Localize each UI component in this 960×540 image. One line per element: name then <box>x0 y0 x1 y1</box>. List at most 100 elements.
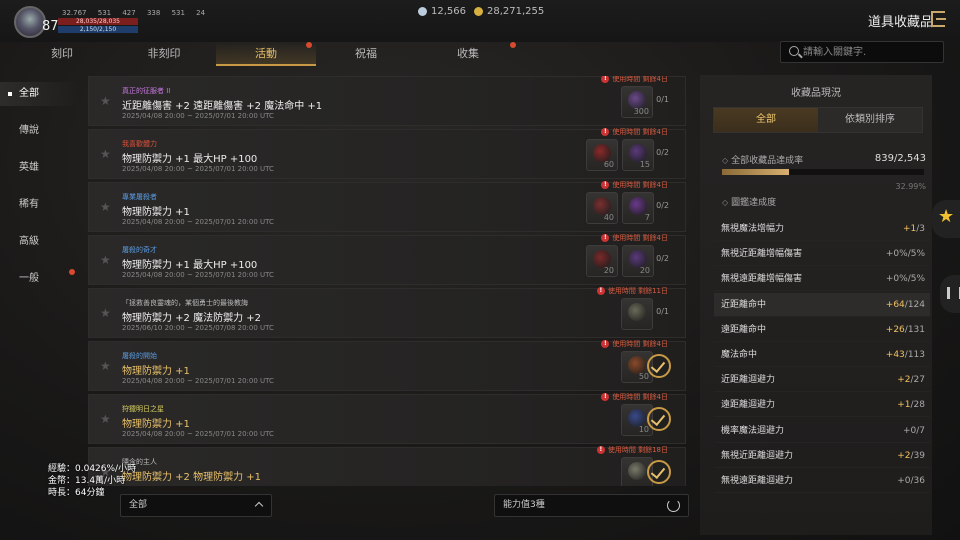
collection-row[interactable]: ★ 專業屠殺者 物理防禦力 +1 2025/04/08 20:00 ~ 2025/07… <box>88 181 686 232</box>
ability-filter[interactable]: 能力值3種 <box>494 494 689 517</box>
item-slot[interactable]: 60 <box>586 139 618 171</box>
alert-icon: ! <box>601 340 610 348</box>
collection-progress: 0/1 <box>656 307 669 316</box>
star-icon[interactable]: ★ <box>100 412 111 426</box>
status-segment-control: 全部 依類別排序 <box>713 107 923 133</box>
gold-rate: 金幣：13.4萬/小時 <box>48 476 126 486</box>
star-icon[interactable]: ★ <box>100 147 111 161</box>
item-count: 50 <box>638 372 649 381</box>
item-slot[interactable]: 7 <box>622 192 654 224</box>
item-slot[interactable] <box>621 298 653 330</box>
stat-row[interactable]: 無視近距離迴避力 +2/39 <box>714 444 930 468</box>
stat-row[interactable]: 近距離迴避力 +2/27 <box>714 368 930 393</box>
stat-max: /3 <box>916 224 925 234</box>
collection-row[interactable]: ★ 狩獵明日之星 物理防禦力 +1 2025/04/08 20:00 ~ 2025/0… <box>88 392 686 444</box>
sidebar-item-advanced[interactable]: 高級 <box>0 230 80 254</box>
completion-percent: 32.99% <box>895 182 926 191</box>
collection-row[interactable]: ★ 屠殺的奇才 物理防禦力 +1 最大HP +100 2025/04/08 20:00… <box>88 234 686 285</box>
stat-row[interactable]: 無視魔法增幅力 +1/3 <box>714 217 930 241</box>
collection-row[interactable]: ★ 隱含的主人 物理防禦力 +2 物理防禦力 +1! 使用時間 剩餘18日 <box>88 445 686 486</box>
stat-row[interactable]: 遠距離命中 +26/131 <box>714 318 930 342</box>
pause-button[interactable] <box>940 275 960 313</box>
segment-all[interactable]: 全部 <box>714 108 818 132</box>
exit-icon[interactable] <box>931 11 946 27</box>
collection-effect: 近距離傷害 +2 遠距離傷害 +2 魔法命中 +1 <box>122 101 323 112</box>
alert-icon: ! <box>596 287 605 295</box>
segment-by-category[interactable]: 依類別排序 <box>818 108 922 132</box>
item-slot[interactable]: 40 <box>586 192 618 224</box>
item-slot[interactable]: 20 <box>622 245 654 277</box>
item-slot[interactable]: 20 <box>586 245 618 277</box>
stat-row[interactable]: 近距離命中 +64/124 <box>714 292 930 317</box>
completed-check-icon <box>647 354 671 378</box>
star-icon[interactable]: ★ <box>100 253 111 267</box>
item-count: 20 <box>603 266 614 275</box>
collection-progress: 0/2 <box>656 254 669 263</box>
sidebar-item-rare[interactable]: 稀有 <box>0 193 80 217</box>
stat-value: 531 <box>171 9 185 17</box>
item-count: 7 <box>644 213 650 222</box>
star-icon[interactable]: ★ <box>100 359 111 373</box>
stat-max: /39 <box>910 450 925 461</box>
panel-title: 收藏品現況 <box>791 88 841 99</box>
time-remaining-text: 使用時間 剩餘18日 <box>607 446 668 454</box>
tab-engraved[interactable]: 刻印 <box>12 42 112 66</box>
sidebar-item-normal[interactable]: 一般 <box>0 267 80 291</box>
tab-non-engraved[interactable]: 非刻印 <box>114 42 214 66</box>
sidebar-item-hero[interactable]: 英雄 <box>0 156 80 180</box>
stat-max: /28 <box>910 400 925 411</box>
mp-bar: 2,150/2,150 <box>58 26 138 33</box>
stat-max: /36 <box>910 476 925 486</box>
alert-icon: ! <box>596 446 605 454</box>
star-icon[interactable]: ★ <box>100 200 111 214</box>
tab-event[interactable]: 活動 <box>216 42 316 66</box>
stat-row[interactable]: 無視遠距離迴避力 +0/36 <box>714 469 930 493</box>
collection-period: 2025/04/08 20:00 ~ 2025/07/01 20:00 UTC <box>122 112 274 120</box>
collection-progress: 0/1 <box>656 95 669 104</box>
diamond-amount: 12,566 <box>431 6 466 17</box>
collection-effect: 物理防禦力 +2 魔法防禦力 +2 <box>122 313 262 324</box>
grade-filter-dropdown[interactable]: 全部 <box>120 494 272 517</box>
completed-check-icon <box>647 460 671 484</box>
completion-progress-fill <box>722 169 789 175</box>
collection-row[interactable]: ★ 屠殺的開始 物理防禦力 +1 2025/04/08 20:00 ~ 2025/07… <box>88 340 686 391</box>
stat-max: /7 <box>916 425 925 436</box>
collection-list[interactable]: ★ 真正的征服者 II 近距離傷害 +2 遠距離傷害 +2 魔法命中 +1 2025/… <box>88 76 693 486</box>
stat-row[interactable]: 無視近距離增幅傷害 +0%/5% <box>714 242 930 267</box>
stat-max: /124 <box>904 299 925 310</box>
collection-row[interactable]: ★ 我喜歡體力 物理防禦力 +1 最大HP +100 2025/04/08 20:00… <box>88 128 686 179</box>
stat-row[interactable]: 機率魔法迴避力 +0/7 <box>714 419 930 443</box>
collection-row[interactable]: ★ 「拯救善良靈魂的，某個勇士的最後教誨 物理防禦力 +2 魔法防禦力 +2 2025… <box>88 286 686 338</box>
item-slot[interactable]: 300 <box>621 86 653 118</box>
star-icon[interactable]: ★ <box>100 306 111 320</box>
time-remaining: ! 使用時間 剩餘18日 <box>596 445 668 455</box>
stat-row[interactable]: 無視遠距離增幅傷害 +0%/5% <box>714 267 930 292</box>
tab-collect[interactable]: 收集 <box>418 42 518 66</box>
collection-status-panel: 收藏品現況 全部 依類別排序 全部收藏品達成率 839/2,543 32.99%… <box>700 75 932 535</box>
player-stats: 32.767 531 427 338 531 24 <box>62 9 214 17</box>
search-input[interactable] <box>803 44 941 60</box>
collection-progress: 0/2 <box>656 201 669 210</box>
session-duration: 時長：64分鐘 <box>48 488 105 498</box>
stat-row[interactable]: 魔法命中 +43/113 <box>714 343 930 367</box>
time-remaining: ! 使用時間 剩餘11日 <box>596 286 668 296</box>
stat-value: 531 <box>97 9 112 17</box>
stat-row[interactable]: 遠距離迴避力 +1/28 <box>714 393 930 418</box>
favorite-star-button[interactable] <box>932 200 960 238</box>
stat-gain: +0% <box>885 249 908 260</box>
top-bar: 87 32.767 531 427 338 531 24 28,035/28,0… <box>0 0 960 42</box>
time-remaining: ! 使用時間 剩餘4日 <box>601 392 668 402</box>
item-slot[interactable]: 15 <box>622 139 654 171</box>
stat-name: 無視遠距離迴避力 <box>721 476 794 486</box>
stat-gain: +0% <box>885 274 908 285</box>
exp-rate: 經驗：0.0426%/小時 <box>48 464 137 474</box>
refresh-icon[interactable] <box>667 499 680 512</box>
tab-blessing[interactable]: 祝福 <box>316 42 416 66</box>
sidebar-item-legend[interactable]: 傳說 <box>0 119 80 143</box>
star-icon[interactable]: ★ <box>100 94 111 108</box>
collection-row[interactable]: ★ 真正的征服者 II 近距離傷害 +2 遠距離傷害 +2 魔法命中 +1 2025/… <box>88 76 686 126</box>
sidebar-item-all[interactable]: 全部 <box>0 82 80 106</box>
stat-name: 無視遠距離增幅傷害 <box>721 274 803 285</box>
stat-value: +2/27 <box>897 368 925 392</box>
stat-value: 338 <box>146 9 161 17</box>
